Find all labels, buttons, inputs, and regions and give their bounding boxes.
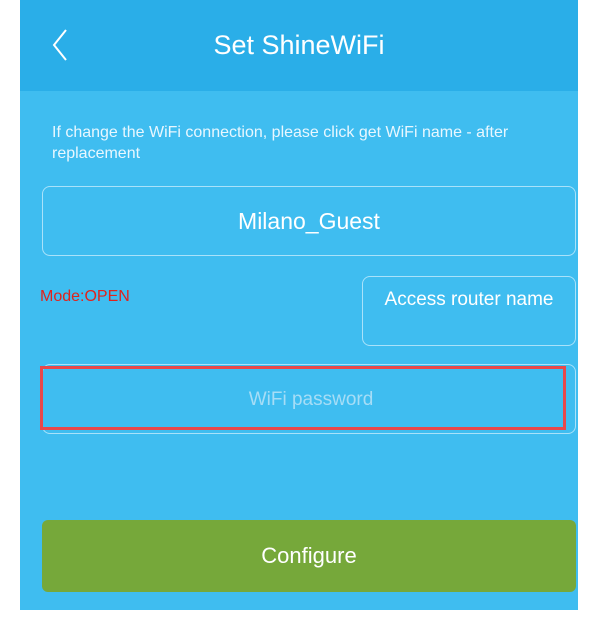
wifi-password-field [42,364,578,435]
wifi-name-field[interactable]: Milano_Guest [42,186,576,256]
app-screen: Set ShineWiFi If change the WiFi connect… [20,0,578,610]
access-router-name-button[interactable]: Access router name [362,276,576,346]
chevron-left-icon [52,29,67,61]
configure-button[interactable]: Configure [42,520,576,592]
page-title: Set ShineWiFi [213,30,385,60]
back-button[interactable] [38,20,88,70]
hint-text: If change the WiFi connection, please cl… [52,124,509,162]
header-bar: Set ShineWiFi [20,0,578,91]
mode-label: Mode:OPEN [40,288,130,305]
wifi-password-input[interactable] [43,365,578,435]
